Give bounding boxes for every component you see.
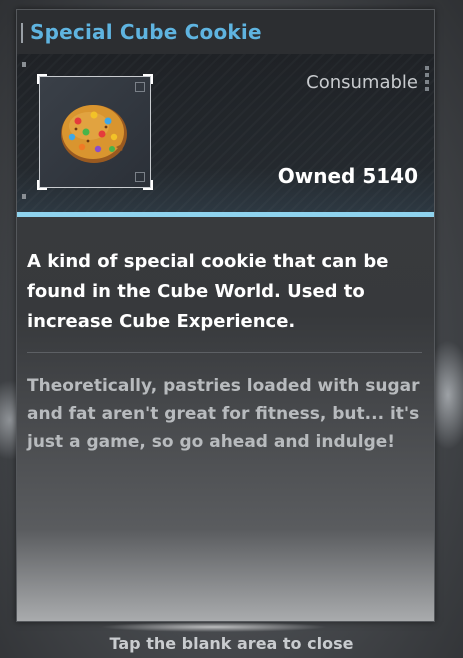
- title-bar: Special Cube Cookie: [17, 10, 434, 54]
- frame-corner: [37, 74, 47, 84]
- item-icon-frame: [37, 74, 153, 190]
- frame-corner: [37, 180, 47, 190]
- item-hero-section: Consumable Owned 5140: [17, 54, 434, 217]
- title-accent-bar: [21, 23, 23, 43]
- owned-value: 5140: [362, 164, 418, 188]
- item-detail-panel: Special Cube Cookie Consumable Owned 514…: [16, 9, 435, 622]
- close-hint-glow: [100, 622, 328, 632]
- item-name: Special Cube Cookie: [30, 20, 262, 44]
- cookie-icon: [61, 105, 127, 163]
- hero-tick-mark: [22, 62, 26, 67]
- side-dots-decoration: [425, 66, 429, 94]
- frame-decoration: [135, 172, 145, 182]
- owned-label: Owned: [277, 164, 356, 188]
- item-description: A kind of special cookie that can be fou…: [27, 251, 389, 332]
- divider: [27, 352, 422, 353]
- item-flavor-text: Theoretically, pastries loaded with suga…: [27, 376, 420, 452]
- item-type-label: Consumable: [306, 72, 418, 93]
- close-hint[interactable]: Tap the blank area to close: [0, 634, 463, 653]
- hero-tick-mark: [22, 194, 26, 199]
- owned-count: Owned 5140: [278, 164, 418, 188]
- frame-decoration: [135, 82, 145, 92]
- hero-accent-stripe: [17, 212, 434, 217]
